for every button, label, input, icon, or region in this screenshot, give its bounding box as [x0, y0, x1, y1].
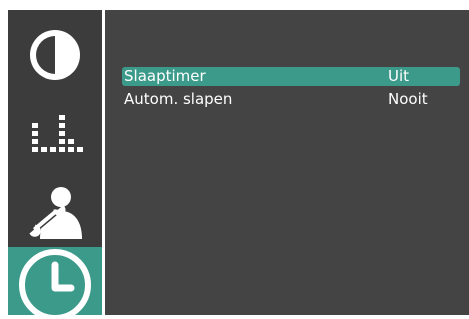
osd-menu: Slaaptimer Uit Autom. slapen Nooit — [8, 10, 469, 319]
sidebar-item-setup[interactable] — [8, 178, 102, 248]
menu-row-value: Uit — [388, 67, 410, 85]
menu-row-label: Autom. slapen — [124, 90, 233, 108]
sidebar-item-sound[interactable] — [8, 98, 102, 170]
settings-panel: Slaaptimer Uit Autom. slapen Nooit — [105, 10, 469, 315]
menu-row-sleep-timer[interactable]: Slaaptimer Uit — [122, 67, 460, 86]
menu-row-value: Nooit — [388, 90, 428, 108]
sidebar-item-picture[interactable] — [8, 24, 102, 86]
sound-equalizer-icon — [32, 115, 83, 152]
clock-timer-icon — [19, 249, 91, 319]
sidebar — [8, 10, 102, 319]
menu-row-label: Slaaptimer — [124, 67, 206, 85]
menu-row-auto-sleep[interactable]: Autom. slapen Nooit — [122, 90, 460, 109]
picture-contrast-icon — [30, 30, 80, 80]
setup-tools-person-icon — [29, 187, 82, 239]
sidebar-item-clock[interactable] — [8, 247, 102, 319]
